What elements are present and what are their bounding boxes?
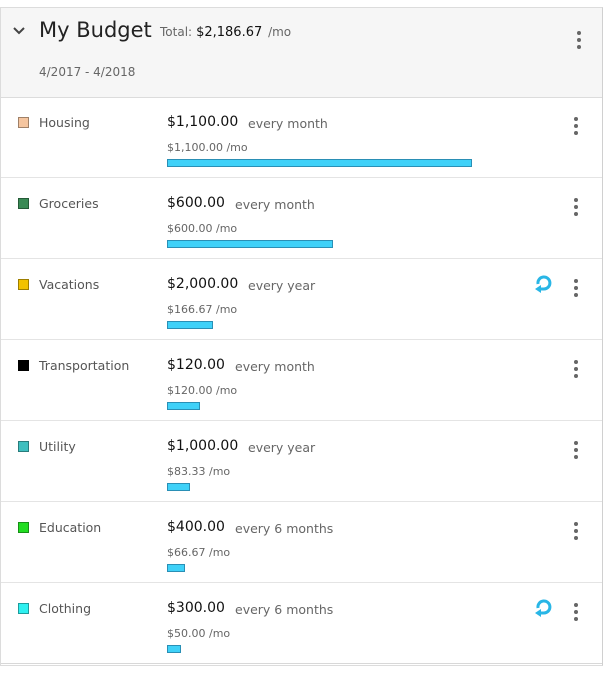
item-amount: $120.00 xyxy=(167,357,225,373)
category-name: Education xyxy=(39,520,102,535)
category-name: Clothing xyxy=(39,601,92,616)
item-amount: $600.00 xyxy=(167,195,225,211)
recurring-icon[interactable] xyxy=(532,273,556,293)
item-amount: $1,100.00 xyxy=(167,114,239,130)
category-name: Transportation xyxy=(39,358,130,373)
item-per-month: $83.33 /mo xyxy=(167,465,231,478)
per-month-bar xyxy=(167,321,213,329)
category-name: Utility xyxy=(39,439,76,454)
item-amount: $300.00 xyxy=(167,600,225,616)
budget-item-row[interactable]: Groceries $600.00 every month $600.00 /m… xyxy=(1,178,602,259)
budget-item-row[interactable]: Vacations $2,000.00 every year $166.67 /… xyxy=(1,259,602,340)
item-more-icon[interactable] xyxy=(573,522,579,542)
chevron-down-icon[interactable] xyxy=(12,26,26,36)
item-amount: $400.00 xyxy=(167,519,225,535)
item-frequency: every month xyxy=(248,116,328,131)
item-frequency: every year xyxy=(248,440,316,455)
item-more-icon[interactable] xyxy=(573,279,579,299)
item-frequency: every year xyxy=(248,278,316,293)
budget-title: My Budget xyxy=(39,18,152,42)
date-range: 4/2017 - 4/2018 xyxy=(39,65,136,79)
item-more-icon[interactable] xyxy=(573,360,579,380)
budget-item-row[interactable]: Transportation $120.00 every month $120.… xyxy=(1,340,602,421)
per-month-bar xyxy=(167,645,181,653)
item-frequency: every month xyxy=(235,197,315,212)
budget-panel: My Budget Total: $2,186.67 /mo 4/2017 - 4… xyxy=(0,7,603,666)
category-color-swatch xyxy=(18,522,29,533)
item-more-icon[interactable] xyxy=(573,117,579,137)
item-frequency: every 6 months xyxy=(235,602,334,617)
category-name: Vacations xyxy=(39,277,100,292)
category-color-swatch xyxy=(18,360,29,371)
item-amount: $2,000.00 xyxy=(167,276,239,292)
per-month-bar xyxy=(167,564,185,572)
category-color-swatch xyxy=(18,198,29,209)
category-color-swatch xyxy=(18,603,29,614)
category-name: Housing xyxy=(39,115,90,130)
item-frequency: every month xyxy=(235,359,315,374)
budget-item-row[interactable]: Education $400.00 every 6 months $66.67 … xyxy=(1,502,602,583)
per-month-bar xyxy=(167,159,472,167)
total-label: Total: xyxy=(160,25,193,39)
budget-item-row[interactable]: Housing $1,100.00 every month $1,100.00 … xyxy=(1,97,602,178)
budget-more-icon[interactable] xyxy=(576,31,582,51)
item-per-month: $166.67 /mo xyxy=(167,303,238,316)
budget-header: My Budget Total: $2,186.67 /mo 4/2017 - 4… xyxy=(1,8,602,98)
budget-items-list: Housing $1,100.00 every month $1,100.00 … xyxy=(1,97,602,664)
category-name: Groceries xyxy=(39,196,99,211)
item-per-month: $66.67 /mo xyxy=(167,546,231,559)
recurring-icon[interactable] xyxy=(532,597,556,617)
item-per-month: $50.00 /mo xyxy=(167,627,231,640)
item-more-icon[interactable] xyxy=(573,603,579,623)
budget-item-row[interactable]: Clothing $300.00 every 6 months $50.00 /… xyxy=(1,583,602,664)
per-month-bar xyxy=(167,402,200,410)
item-amount: $1,000.00 xyxy=(167,438,239,454)
per-month-bar xyxy=(167,483,190,491)
total-amount: $2,186.67 xyxy=(196,25,263,40)
category-color-swatch xyxy=(18,441,29,452)
total-unit: /mo xyxy=(268,25,292,39)
budget-item-row[interactable]: Utility $1,000.00 every year $83.33 /mo xyxy=(1,421,602,502)
item-per-month: $120.00 /mo xyxy=(167,384,238,397)
budget-total: Total: $2,186.67 /mo xyxy=(160,25,291,40)
item-frequency: every 6 months xyxy=(235,521,334,536)
per-month-bar xyxy=(167,240,333,248)
item-more-icon[interactable] xyxy=(573,198,579,218)
item-per-month: $600.00 /mo xyxy=(167,222,238,235)
item-more-icon[interactable] xyxy=(573,441,579,461)
category-color-swatch xyxy=(18,117,29,128)
item-per-month: $1,100.00 /mo xyxy=(167,141,248,154)
category-color-swatch xyxy=(18,279,29,290)
